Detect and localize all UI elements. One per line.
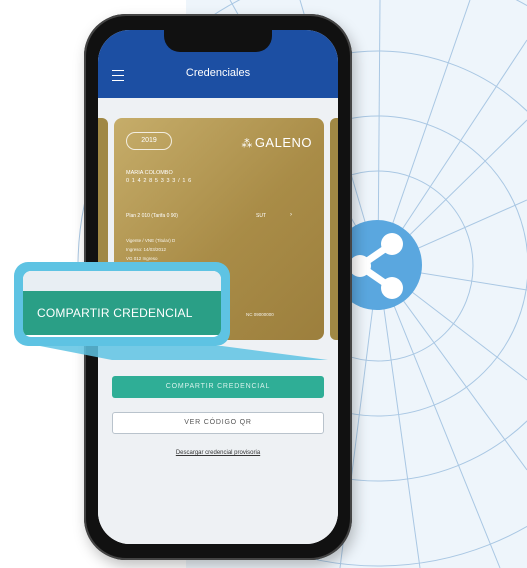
callout-inner: COMPARTIR CREDENCIAL — [23, 271, 221, 337]
callout-zoom: COMPARTIR CREDENCIAL — [14, 262, 230, 346]
callout-share-label: COMPARTIR CREDENCIAL — [37, 306, 193, 320]
phone-notch — [164, 30, 272, 52]
callout-card-strip — [23, 271, 221, 291]
